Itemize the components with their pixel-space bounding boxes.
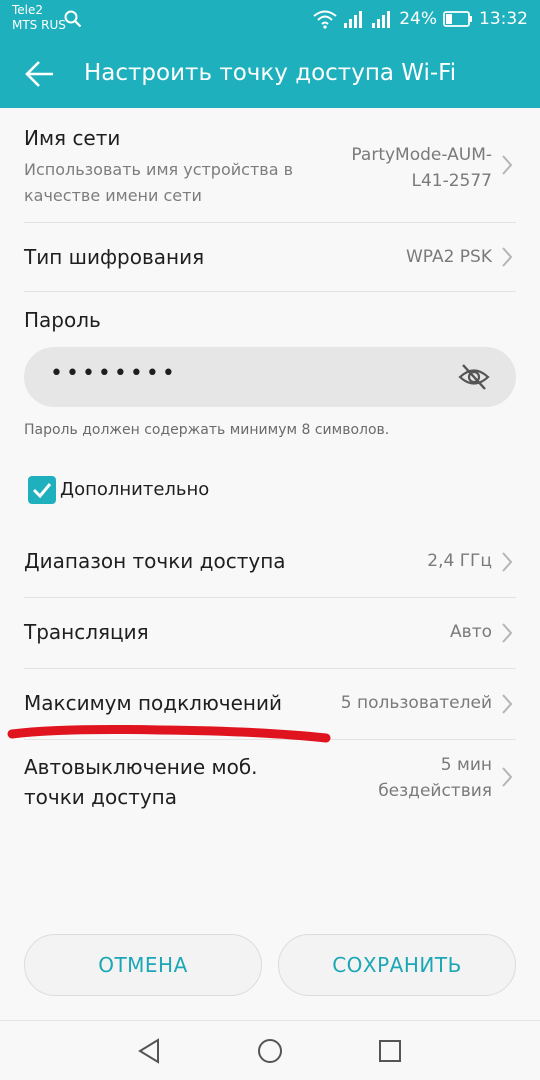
max-connections-label: Максимум подключений — [24, 691, 282, 715]
search-icon — [64, 10, 82, 28]
broadcast-value: Авто — [450, 622, 492, 642]
encryption-label: Тип шифрования — [24, 245, 205, 269]
network-name-row[interactable]: Имя сети Использовать имя устройства в к… — [0, 108, 540, 222]
status-bar: Tele2 MTS RUS 24% 13:32 — [0, 0, 540, 40]
chevron-right-icon — [502, 694, 513, 714]
network-name-label: Имя сети — [24, 126, 121, 150]
max-connections-value: 5 пользователей — [340, 693, 492, 713]
chevron-right-icon — [502, 767, 513, 787]
auto-off-label: Автовыключение моб. точки доступа — [24, 752, 258, 812]
chevron-right-icon — [502, 247, 513, 267]
nav-home-icon[interactable] — [256, 1037, 284, 1065]
network-name-description: Использовать имя устройства в качестве и… — [24, 160, 294, 205]
wifi-icon — [313, 10, 337, 29]
signal-icon — [372, 11, 391, 28]
battery-percent: 24% — [399, 9, 437, 29]
check-icon — [32, 483, 52, 499]
broadcast-row[interactable]: Трансляция Авто — [0, 598, 540, 668]
password-hint: Пароль должен содержать минимум 8 символ… — [24, 422, 390, 438]
auto-off-value-line2: бездействия — [378, 781, 492, 801]
clock: 13:32 — [479, 9, 528, 29]
password-label: Пароль — [24, 308, 101, 332]
encryption-row[interactable]: Тип шифрования WPA2 PSK — [0, 223, 540, 291]
carrier-info: Tele2 MTS RUS — [12, 3, 66, 33]
password-field[interactable]: •••••••• — [24, 347, 516, 407]
auto-off-value-line1: 5 мин — [440, 755, 492, 775]
signal-icon — [344, 11, 363, 28]
auto-off-value: 5 мин бездействия — [378, 752, 492, 804]
chevron-right-icon — [502, 552, 513, 572]
advanced-label[interactable]: Дополнительно — [60, 479, 209, 500]
broadcast-label: Трансляция — [24, 620, 149, 644]
band-value: 2,4 ГГц — [427, 551, 492, 571]
carrier-1: Tele2 — [12, 3, 44, 17]
chevron-right-icon — [502, 623, 513, 643]
network-name-value-line1: PartyMode-AUM- — [351, 145, 492, 165]
auto-off-row[interactable]: Автовыключение моб. точки доступа 5 мин … — [0, 740, 540, 830]
back-button[interactable] — [18, 54, 62, 94]
navigation-bar — [0, 1020, 540, 1080]
advanced-checkbox[interactable] — [28, 476, 56, 504]
auto-off-label-line2: точки доступа — [24, 785, 178, 809]
password-value: •••••••• — [50, 361, 178, 386]
network-name-value: PartyMode-AUM- L41-2577 — [351, 142, 492, 194]
nav-back-icon[interactable] — [136, 1037, 164, 1065]
divider — [24, 291, 516, 292]
encryption-value: WPA2 PSK — [405, 247, 492, 267]
arrow-left-icon — [25, 61, 53, 87]
chevron-right-icon — [502, 155, 513, 175]
nav-recents-icon[interactable] — [376, 1037, 404, 1065]
carrier-2: MTS RUS — [12, 18, 66, 32]
network-name-value-line2: L41-2577 — [411, 171, 492, 191]
battery-icon — [443, 11, 472, 27]
band-row[interactable]: Диапазон точки доступа 2,4 ГГц — [0, 527, 540, 597]
auto-off-label-line1: Автовыключение моб. — [24, 755, 258, 779]
band-label: Диапазон точки доступа — [24, 549, 286, 573]
password-section: Пароль — [0, 306, 540, 340]
eye-off-icon[interactable] — [458, 362, 490, 392]
app-bar: Настроить точку доступа Wi-Fi — [0, 40, 540, 108]
cancel-button[interactable]: ОТМЕНА — [24, 934, 262, 996]
save-button[interactable]: СОХРАНИТЬ — [278, 934, 516, 996]
page-title: Настроить точку доступа Wi-Fi — [84, 60, 457, 86]
